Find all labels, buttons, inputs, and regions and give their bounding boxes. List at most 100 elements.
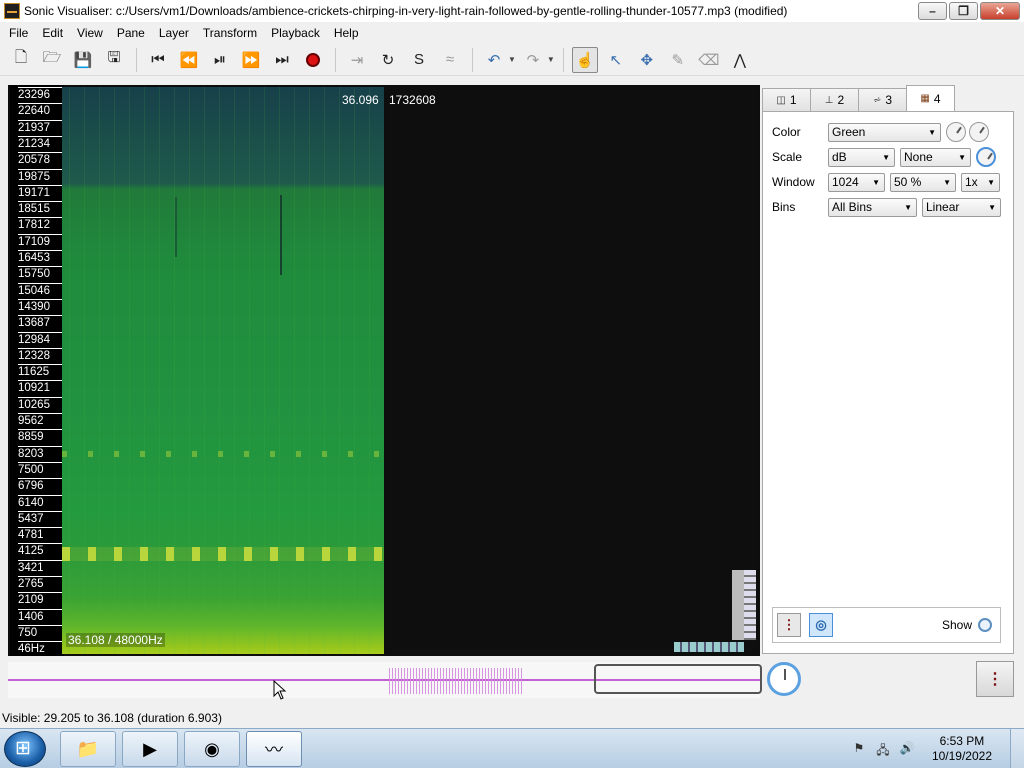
solo-icon[interactable]: S <box>406 47 432 73</box>
tab-label: 2 <box>837 93 845 107</box>
tab-layer-4[interactable]: ▦ 4 <box>906 85 955 111</box>
loop-icon[interactable]: ↻ <box>375 47 401 73</box>
redo-icon[interactable]: ↷ <box>520 47 546 73</box>
rewind-icon[interactable]: ⏪ <box>176 47 202 73</box>
window-overlap-select[interactable]: 50 % ▼ <box>890 172 956 192</box>
menu-pane[interactable]: Pane <box>110 23 152 43</box>
move-icon[interactable]: ✥ <box>634 47 660 73</box>
action-center-icon[interactable]: ⚑ <box>850 741 868 757</box>
playback-settings-button[interactable]: ◎ <box>809 613 833 637</box>
frequency-tick-label: 9562 <box>18 413 64 429</box>
pane-icon: ◫ <box>776 94 786 106</box>
window-size-value: 1024 <box>832 175 859 189</box>
overview-visible-region[interactable] <box>594 664 762 694</box>
draw-icon[interactable]: ✎ <box>665 47 691 73</box>
start-button[interactable] <box>4 731 46 767</box>
show-label: Show <box>941 618 972 632</box>
tab-label: 3 <box>885 93 893 107</box>
menu-transform[interactable]: Transform <box>196 23 264 43</box>
follow-icon[interactable]: ≈ <box>437 47 463 73</box>
layer-color-button[interactable]: ⋮ <box>777 613 801 637</box>
frequency-tick-label: 10265 <box>18 396 64 413</box>
frequency-tick-label: 46Hz <box>18 641 64 657</box>
volume-icon[interactable]: 🔊 <box>898 741 916 757</box>
vertical-zoom-control[interactable] <box>744 570 756 640</box>
menu-view[interactable]: View <box>70 23 110 43</box>
frequency-tick-label: 8203 <box>18 445 64 462</box>
normalize-select[interactable]: None ▼ <box>900 147 971 167</box>
bins-select[interactable]: All Bins ▼ <box>828 197 917 217</box>
frequency-tick-label: 16453 <box>18 250 64 266</box>
color-select[interactable]: Green ▼ <box>828 122 941 142</box>
open-icon[interactable]: 🗁 <box>39 47 65 73</box>
spectrogram-view[interactable] <box>62 87 384 654</box>
horizontal-zoom-control[interactable] <box>674 642 744 652</box>
main-pane[interactable]: 23296 22640 21937 21234 20578 19875 19171 18515… <box>8 85 760 656</box>
scale-select[interactable]: dB ▼ <box>828 147 895 167</box>
sonic-visualiser-task-icon[interactable]: 〰 <box>246 731 302 767</box>
frequency-scale-select[interactable]: Linear ▼ <box>922 197 1001 217</box>
save-icon[interactable]: 💾 <box>70 47 96 73</box>
tab-layer-1[interactable]: ◫ 1 <box>762 88 811 111</box>
maximize-button[interactable]: ❐ <box>949 2 978 20</box>
navigate-icon[interactable]: ☝ <box>571 46 598 73</box>
fast-forward-icon[interactable]: ⏩ <box>238 47 264 73</box>
spectrogram-icon: ▦ <box>920 93 930 104</box>
redo-dropdown-icon[interactable]: ▼ <box>547 55 555 64</box>
select-icon[interactable]: ↖ <box>603 47 629 73</box>
color-gain-knob[interactable] <box>969 122 989 142</box>
frequency-tick-label: 12328 <box>18 347 64 364</box>
frequency-tick-label: 19171 <box>18 184 64 201</box>
menu-playback[interactable]: Playback <box>264 23 327 43</box>
gain-knob[interactable] <box>976 147 996 167</box>
media-player-task-icon[interactable]: ▶ <box>122 731 178 767</box>
frequency-tick-label: 4125 <box>18 543 64 559</box>
window-size-select[interactable]: 1024 ▼ <box>828 172 885 192</box>
record-icon[interactable] <box>300 47 326 73</box>
tab-layer-2[interactable]: ⊥ 2 <box>810 88 859 111</box>
color-rotation-knob[interactable] <box>946 122 966 142</box>
save-as-icon[interactable]: 🖫 <box>101 47 127 73</box>
forward-end-icon[interactable]: ⏭ <box>269 47 295 73</box>
network-icon[interactable]: 🖧 <box>874 741 892 757</box>
clock-time: 6:53 PM <box>939 734 985 748</box>
chevron-down-icon: ▼ <box>904 202 912 212</box>
rewind-start-icon[interactable]: ⏮ <box>145 47 171 73</box>
erase-icon[interactable]: ⌫ <box>696 47 722 73</box>
minimize-button[interactable]: – <box>918 2 947 20</box>
menu-file[interactable]: File <box>2 23 35 43</box>
frequency-tick-label: 13687 <box>18 315 64 331</box>
frequency-tick-label: 6140 <box>18 494 64 511</box>
tab-layer-3[interactable]: ⩫ 3 <box>858 88 907 111</box>
undo-icon[interactable]: ↶ <box>481 47 507 73</box>
play-pause-icon[interactable]: ⏯ <box>207 47 233 73</box>
frequency-tick-label: 750 <box>18 624 64 641</box>
close-button[interactable]: ✕ <box>980 2 1020 20</box>
chevron-down-icon: ▼ <box>988 202 996 212</box>
measure-icon[interactable]: ⋀ <box>727 47 753 73</box>
frequency-tick-label: 10921 <box>18 380 64 396</box>
overview-pane[interactable] <box>8 662 762 698</box>
play-selection-icon[interactable]: ⇥ <box>344 47 370 73</box>
overview-layer-button[interactable]: ⋮ <box>976 661 1014 697</box>
frequency-tick-label: 21234 <box>18 135 64 152</box>
menu-edit[interactable]: Edit <box>35 23 70 43</box>
menu-layer[interactable]: Layer <box>152 23 196 43</box>
spectrogram-band <box>62 451 384 457</box>
oversample-select[interactable]: 1x ▼ <box>961 172 1000 192</box>
oversample-value: 1x <box>965 175 978 189</box>
menu-help[interactable]: Help <box>327 23 366 43</box>
playback-speed-knob[interactable] <box>767 662 801 696</box>
pane-empty-region[interactable] <box>386 87 758 654</box>
show-toggle[interactable] <box>978 618 992 632</box>
chrome-task-icon[interactable]: ◉ <box>184 731 240 767</box>
explorer-task-icon[interactable]: 📁 <box>60 731 116 767</box>
undo-dropdown-icon[interactable]: ▼ <box>508 55 516 64</box>
show-desktop-button[interactable] <box>1010 729 1024 768</box>
color-value: Green <box>832 125 866 139</box>
clock[interactable]: 6:53 PM 10/19/2022 <box>932 734 992 764</box>
new-icon[interactable]: 🗋 <box>8 47 34 73</box>
vertical-scroll[interactable] <box>732 570 744 640</box>
chevron-down-icon: ▼ <box>958 152 966 162</box>
frequency-tick-label: 1406 <box>18 608 64 625</box>
